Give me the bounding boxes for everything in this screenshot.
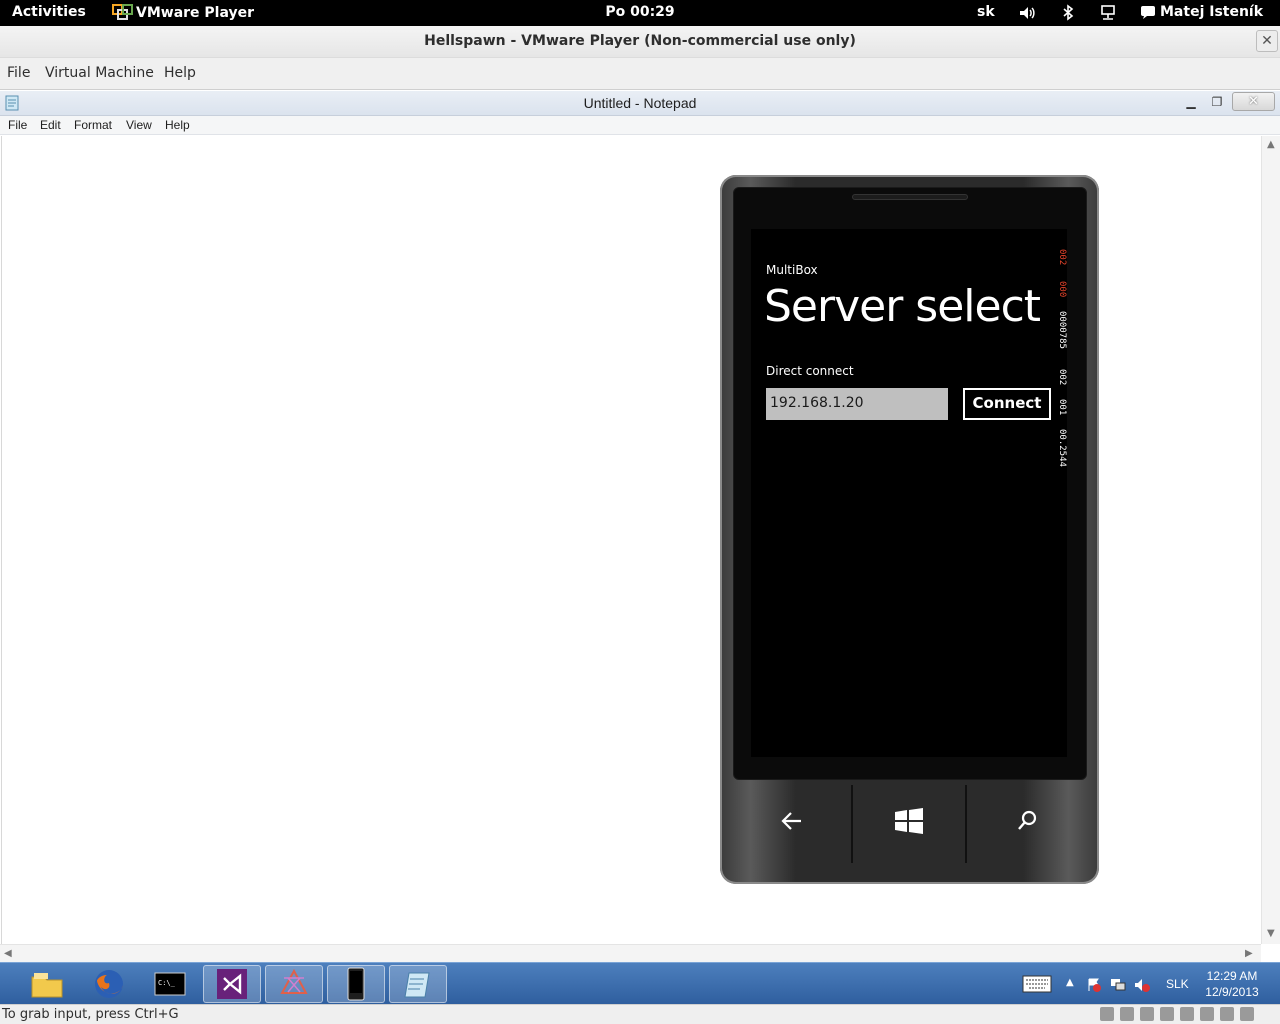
input-language-indicator[interactable]: SLK: [1166, 977, 1189, 991]
taskbar-visual-studio[interactable]: [203, 965, 261, 1003]
network-wired-icon[interactable]: [1099, 4, 1117, 22]
activities-button[interactable]: Activities: [12, 4, 86, 20]
svg-text:C:\_: C:\_: [158, 979, 176, 987]
device-icons: [1100, 1007, 1254, 1021]
scroll-left-icon[interactable]: ◀: [4, 948, 12, 959]
taskbar-xaml-app[interactable]: [265, 965, 323, 1003]
printer-icon[interactable]: [1220, 1007, 1234, 1021]
taskbar-time: 12:29 AM: [1206, 969, 1258, 983]
frame-counter-2: 0000785: [1057, 311, 1067, 349]
volume-muted-icon[interactable]: [1134, 977, 1150, 993]
hard-disk-icon[interactable]: [1100, 1007, 1114, 1021]
scroll-up-icon[interactable]: ▲: [1267, 139, 1275, 150]
app-name: MultiBox: [766, 263, 818, 277]
notepad-icon: [404, 972, 430, 998]
vmware-menubar: File Virtual Machine Help: [0, 58, 1280, 90]
frame-counter-0: 002: [1057, 249, 1067, 265]
notepad-menu-view[interactable]: View: [126, 118, 152, 132]
window-title: Hellspawn - VMware Player (Non-commercia…: [424, 33, 856, 49]
vertical-scrollbar[interactable]: ▲ ▼: [1261, 136, 1280, 944]
menu-file[interactable]: File: [7, 65, 30, 81]
frame-rate-counters: 002 000 0000785 002 001 00.2544: [1057, 249, 1067, 467]
visual-studio-icon: [217, 969, 247, 999]
show-hidden-icons-icon[interactable]: ▲: [1066, 977, 1074, 988]
ip-address-input[interactable]: 192.168.1.20: [766, 388, 948, 420]
taskbar-clock[interactable]: 12:29 AM 12/9/2013: [1202, 968, 1262, 1000]
window-close-button[interactable]: ✕: [1256, 30, 1278, 52]
search-icon: [1018, 810, 1037, 830]
connect-button[interactable]: Connect: [963, 388, 1051, 420]
notepad-close-button[interactable]: ✕: [1232, 92, 1275, 111]
keyboard-icon[interactable]: [1022, 975, 1052, 993]
phone-back-button[interactable]: [733, 781, 851, 861]
horizontal-scrollbar[interactable]: ◀ ▶: [0, 944, 1261, 962]
gnome-top-bar: Activities VMware Player Po 00:29 sk Mat…: [0, 0, 1280, 26]
status-message: To grab input, press Ctrl+G: [2, 1007, 179, 1022]
phone-start-button[interactable]: [853, 781, 965, 861]
phone-icon: [347, 967, 365, 1001]
notepad-menu-help[interactable]: Help: [165, 118, 190, 132]
user-menu[interactable]: Matej Isteník: [1140, 4, 1263, 20]
floppy-icon[interactable]: [1140, 1007, 1154, 1021]
minimize-button[interactable]: ▁: [1179, 93, 1203, 111]
vmware-logo-icon: [112, 4, 133, 20]
folder-icon: [31, 973, 63, 998]
notepad-title: Untitled - Notepad: [583, 95, 697, 111]
app-menu[interactable]: VMware Player: [108, 0, 262, 26]
cd-rom-icon[interactable]: [1120, 1007, 1134, 1021]
frame-counter-4: 001: [1057, 399, 1067, 415]
phone-emulator: MultiBox Server select Direct connect 19…: [720, 175, 1099, 884]
display-icon[interactable]: [1240, 1007, 1254, 1021]
app-menu-label: VMware Player: [136, 5, 255, 21]
frame-counter-1: 000: [1057, 281, 1067, 297]
notepad-menu-file[interactable]: File: [8, 118, 27, 132]
notepad-titlebar: Untitled - Notepad ▁ ❐ ✕: [0, 91, 1280, 116]
scroll-right-icon[interactable]: ▶: [1245, 948, 1253, 959]
taskbar-notepad[interactable]: [389, 965, 447, 1003]
menu-help[interactable]: Help: [164, 65, 196, 81]
xaml-designer-icon: [280, 968, 308, 994]
notepad-menu-format[interactable]: Format: [74, 118, 112, 132]
page-title: Server select: [764, 281, 1041, 332]
taskbar-firefox[interactable]: [80, 965, 138, 1003]
taskbar-file-explorer[interactable]: [18, 965, 76, 1003]
windows-logo-icon: [895, 808, 923, 834]
phone-hardware-buttons: [733, 781, 1087, 863]
usb-icon[interactable]: [1180, 1007, 1194, 1021]
phone-search-button[interactable]: [967, 781, 1087, 861]
back-arrow-icon: [781, 812, 801, 830]
frame-counter-3: 002: [1057, 369, 1067, 385]
keyboard-layout-indicator[interactable]: sk: [977, 4, 995, 20]
frame-counter-5: 00.2544: [1057, 429, 1067, 467]
vmware-statusbar: To grab input, press Ctrl+G: [0, 1004, 1280, 1024]
maximize-button[interactable]: ❐: [1205, 93, 1229, 111]
chat-status-icon: [1141, 6, 1155, 19]
notepad-menubar: File Edit Format View Help: [0, 116, 1280, 135]
volume-icon[interactable]: [1018, 4, 1036, 22]
menu-virtual-machine[interactable]: Virtual Machine: [45, 65, 154, 81]
taskbar-date: 12/9/2013: [1205, 985, 1259, 999]
user-name: Matej Isteník: [1160, 4, 1264, 20]
vmware-titlebar: Hellspawn - VMware Player (Non-commercia…: [0, 26, 1280, 58]
action-center-icon[interactable]: [1086, 977, 1102, 993]
taskbar-phone-emulator[interactable]: [327, 965, 385, 1003]
scroll-down-icon[interactable]: ▼: [1267, 928, 1275, 939]
sound-card-icon[interactable]: [1200, 1007, 1214, 1021]
windows-taskbar: C:\_ ▲ SLK 12:29 AM 12/9/2013: [0, 962, 1280, 1004]
network-icon[interactable]: [1110, 977, 1126, 993]
direct-connect-label: Direct connect: [766, 364, 854, 378]
notepad-menu-edit[interactable]: Edit: [40, 118, 61, 132]
network-adapter-icon[interactable]: [1160, 1007, 1174, 1021]
system-tray: ▲ SLK 12:29 AM 12/9/2013: [1016, 963, 1280, 1005]
bluetooth-icon[interactable]: [1059, 4, 1077, 22]
taskbar-command-prompt[interactable]: C:\_: [141, 965, 199, 1003]
terminal-icon: C:\_: [154, 972, 186, 996]
clock[interactable]: Po 00:29: [605, 4, 674, 20]
firefox-icon: [95, 970, 123, 998]
phone-screen[interactable]: MultiBox Server select Direct connect 19…: [751, 229, 1067, 757]
phone-speaker: [852, 194, 968, 200]
